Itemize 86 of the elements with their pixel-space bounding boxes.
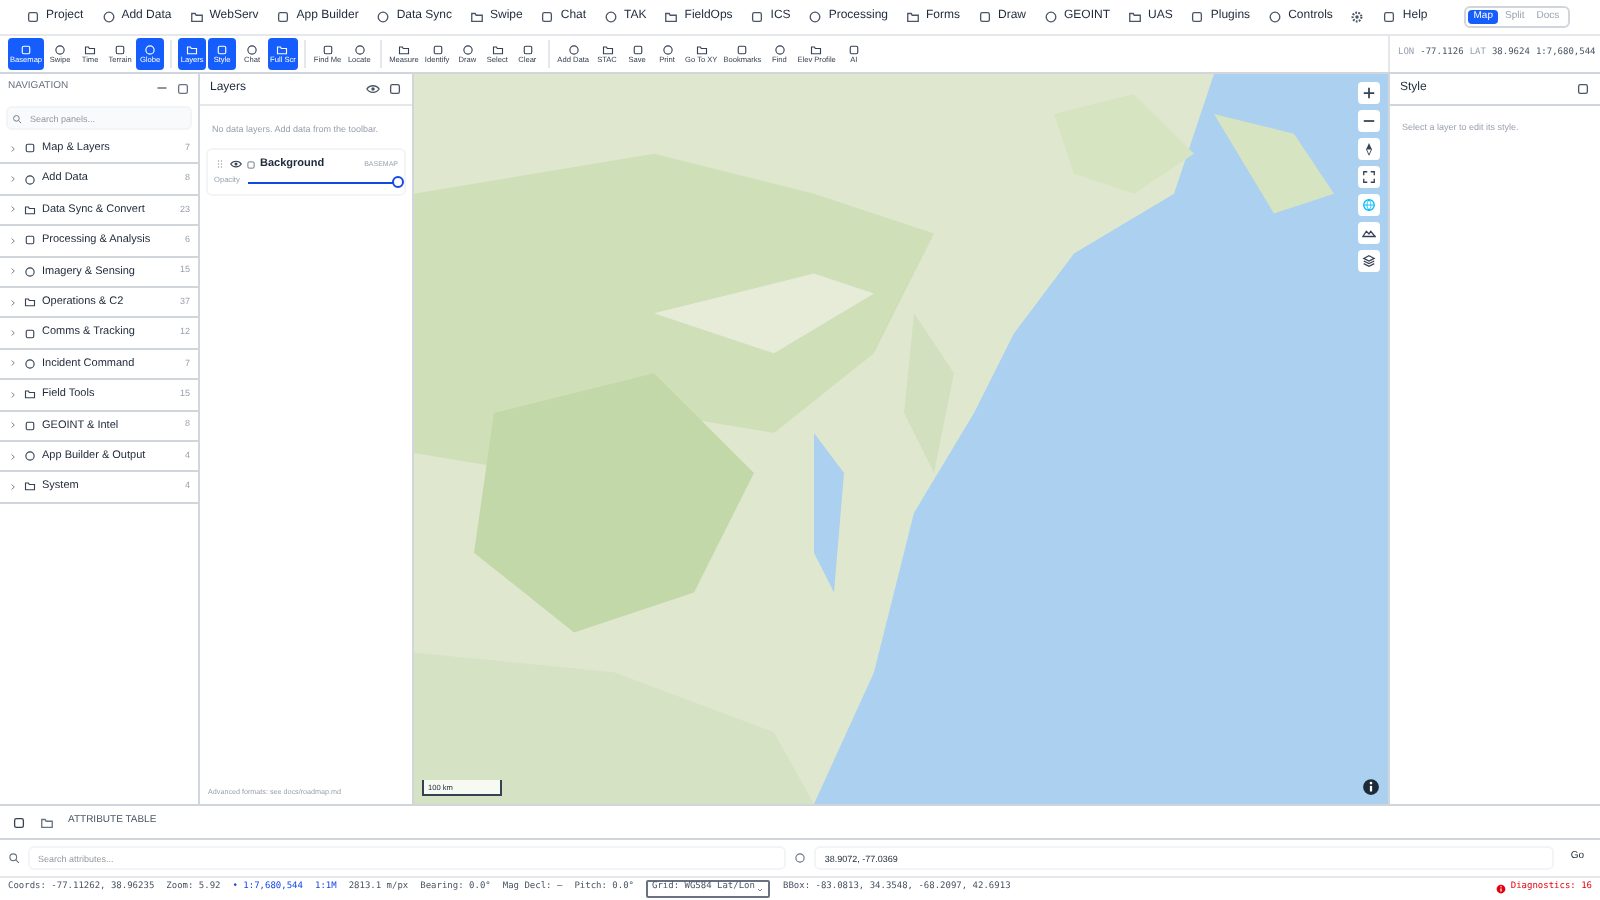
square-icon	[114, 43, 127, 56]
folder-icon	[906, 10, 920, 24]
folder-icon	[810, 43, 823, 56]
square-icon	[20, 43, 33, 56]
mountain-icon	[1362, 226, 1376, 240]
square-icon	[24, 419, 36, 432]
circle-icon	[773, 43, 786, 56]
folder-icon	[601, 43, 614, 56]
folder-icon	[1128, 10, 1143, 24]
collapse-icon	[156, 82, 168, 94]
circle-icon	[461, 43, 474, 56]
square-icon	[216, 43, 229, 56]
square-icon	[1382, 10, 1397, 24]
square-icon	[24, 327, 36, 340]
square-icon	[1190, 10, 1205, 24]
fullscreen-button[interactable]	[1358, 166, 1380, 188]
folder-icon	[398, 43, 411, 56]
search-icon	[8, 852, 20, 864]
layers-button[interactable]	[1358, 250, 1380, 272]
globe-icon	[1362, 198, 1376, 212]
folder-icon	[24, 480, 36, 493]
alert-icon	[1496, 884, 1507, 894]
plus-icon	[1362, 86, 1376, 100]
folder-icon	[470, 10, 485, 24]
zoom-in-button[interactable]	[1358, 82, 1380, 104]
circle-icon	[24, 173, 36, 186]
zoom-out-button[interactable]	[1358, 110, 1380, 132]
square-icon	[276, 10, 291, 24]
circle-icon	[24, 357, 36, 370]
folder-icon	[189, 10, 204, 24]
square-icon	[540, 10, 555, 24]
square-icon	[847, 43, 860, 56]
search-icon	[12, 113, 22, 123]
expand-icon	[1362, 170, 1376, 184]
square-icon	[431, 43, 444, 56]
dock-icon	[1576, 82, 1590, 96]
square-icon	[631, 43, 644, 56]
circle-icon	[101, 10, 116, 24]
circle-icon	[808, 10, 823, 24]
square-icon	[12, 815, 26, 829]
compass-icon	[1362, 142, 1376, 156]
circle-icon	[661, 43, 674, 56]
folder-icon	[491, 43, 504, 56]
square-icon	[321, 43, 334, 56]
circle-icon	[144, 43, 157, 56]
square-icon	[736, 43, 749, 56]
square-icon	[521, 43, 534, 56]
table-icon	[40, 815, 54, 829]
square-icon	[246, 159, 256, 170]
slider-thumb[interactable]	[392, 176, 404, 189]
dock-icon	[176, 81, 190, 95]
folder-icon	[24, 203, 36, 216]
terrain-button[interactable]	[1358, 222, 1380, 244]
folder-icon	[24, 296, 36, 309]
square-icon	[978, 10, 992, 24]
folder-icon	[186, 43, 199, 56]
circle-icon	[24, 265, 36, 278]
circle-icon	[24, 450, 36, 463]
circle-icon	[1044, 10, 1059, 24]
circle-icon	[376, 10, 391, 24]
square-icon	[750, 10, 765, 24]
folder-icon	[664, 10, 679, 24]
menu-item[interactable]	[1350, 10, 1365, 24]
square-icon	[26, 10, 40, 24]
folder-icon	[24, 388, 36, 401]
circle-icon	[604, 10, 619, 24]
compass-button[interactable]	[1358, 138, 1380, 160]
folder-icon	[695, 43, 708, 56]
gear-icon	[1350, 10, 1365, 24]
info-button[interactable]	[1362, 778, 1380, 796]
info-icon	[1362, 778, 1380, 796]
square-icon	[24, 234, 36, 247]
opacity-slider[interactable]	[247, 176, 398, 189]
circle-icon	[353, 43, 366, 56]
circle-icon	[246, 43, 259, 56]
circle-icon	[567, 43, 580, 56]
folder-icon	[276, 43, 289, 56]
circle-icon	[54, 43, 67, 56]
square-icon	[24, 142, 36, 155]
circle-icon	[1268, 10, 1283, 24]
eye-icon	[366, 82, 380, 96]
minus-icon	[1362, 114, 1376, 128]
stack-icon	[1362, 254, 1376, 268]
circle-icon	[794, 852, 807, 864]
folder-icon	[84, 43, 97, 56]
dock-icon	[388, 82, 402, 96]
